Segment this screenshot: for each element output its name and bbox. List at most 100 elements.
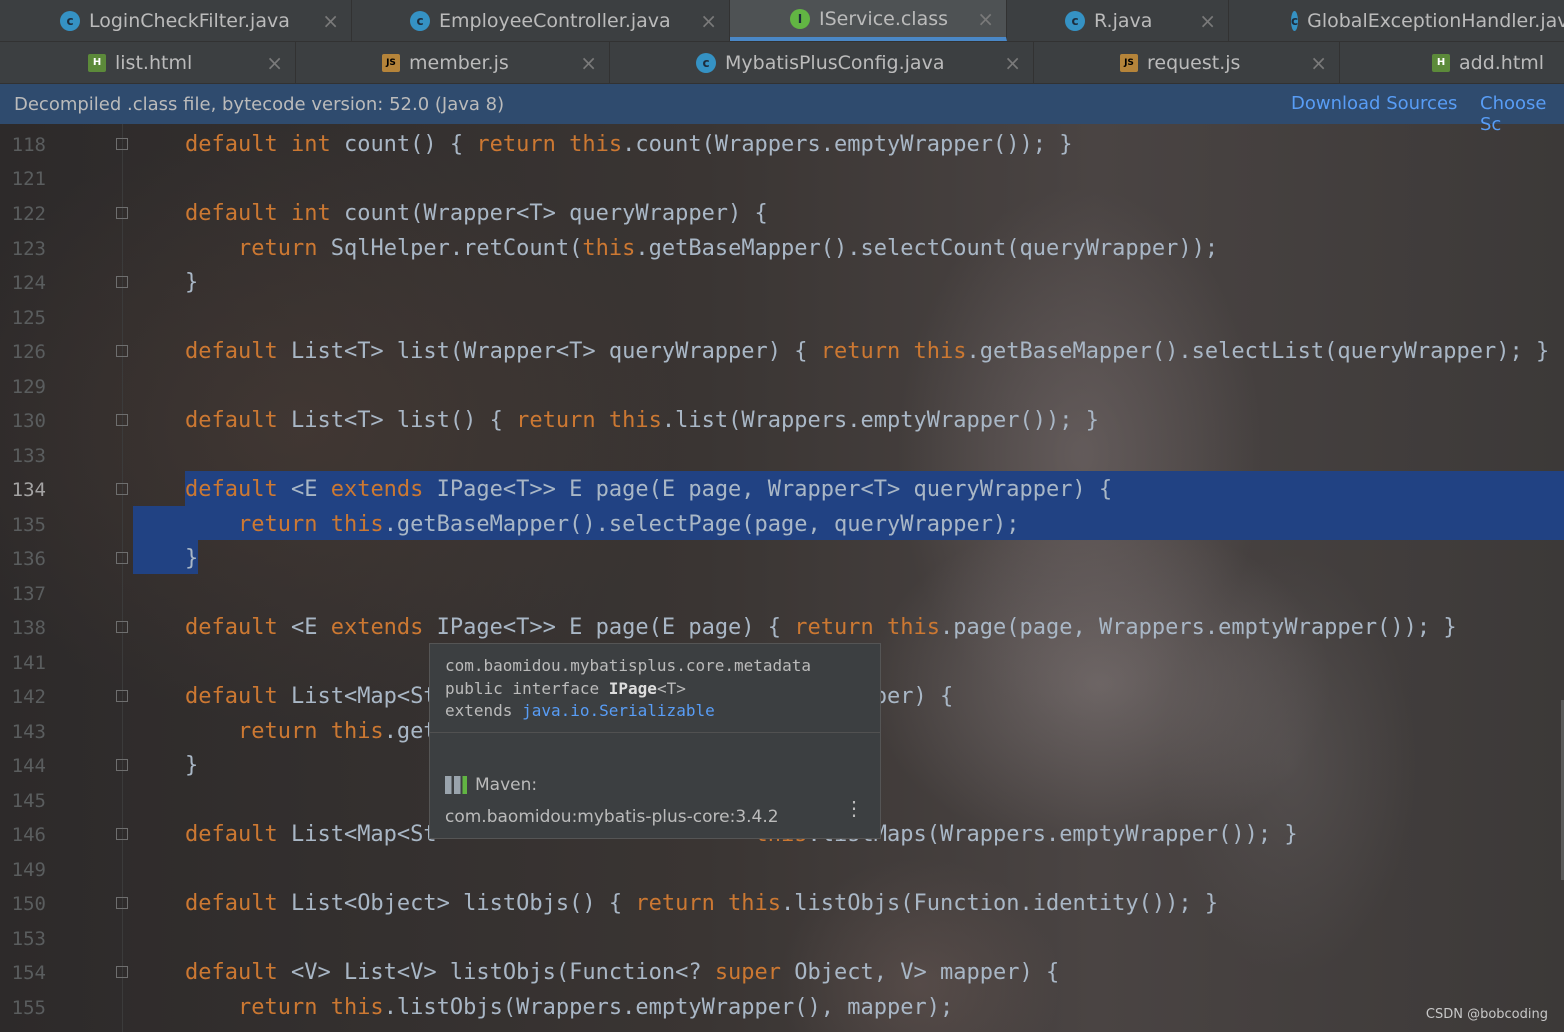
code-line[interactable]: 129: [0, 370, 1564, 404]
close-icon[interactable]: ×: [1310, 51, 1327, 75]
code-editor[interactable]: 118 default int count() { return this.cou…: [0, 124, 1564, 1032]
fold-collapse-icon[interactable]: [116, 276, 128, 288]
fold-collapse-icon[interactable]: [116, 552, 128, 564]
code-text: default List<T> list(Wrapper<T> queryWra…: [185, 339, 1550, 364]
fold-expand-icon[interactable]: [116, 345, 128, 357]
tab-employee-controller[interactable]: c EmployeeController.java ×: [352, 0, 730, 41]
code-text: default <V> List<V> listObjs(Function<? …: [185, 960, 1060, 985]
class-icon: c: [410, 10, 430, 31]
code-text: }: [185, 753, 199, 778]
close-icon[interactable]: ×: [1004, 51, 1021, 75]
tab-add-html[interactable]: H add.html: [1340, 42, 1564, 83]
code-line[interactable]: 149: [0, 853, 1564, 887]
line-number: 121: [11, 168, 46, 190]
code-line[interactable]: 155 return this.listObjs(Wrappers.emptyW…: [0, 991, 1564, 1025]
line-number: 134: [11, 479, 46, 501]
code-text: }: [185, 270, 199, 295]
close-icon[interactable]: ×: [266, 51, 283, 75]
tab-iservice-class[interactable]: I IService.class ×: [730, 0, 1007, 41]
html-file-icon: H: [88, 53, 106, 72]
class-icon: c: [1065, 10, 1085, 31]
code-line[interactable]: 121: [0, 162, 1564, 196]
code-line[interactable]: 122 default int count(Wrapper<T> queryWra…: [0, 197, 1564, 231]
line-number: 118: [11, 134, 46, 156]
html-file-icon: H: [1432, 53, 1450, 72]
fold-expand-icon[interactable]: [116, 138, 128, 150]
code-line[interactable]: 135 return this.getBaseMapper().selectPa…: [0, 508, 1564, 542]
code-line[interactable]: 133: [0, 439, 1564, 473]
tab-member-js[interactable]: JS member.js ×: [296, 42, 610, 83]
line-number: 124: [11, 272, 46, 294]
tab-list-html[interactable]: H list.html ×: [0, 42, 296, 83]
maven-section: Maven:: [445, 775, 537, 795]
tab-global-exception-handler[interactable]: c GlobalExceptionHandler.java: [1229, 0, 1564, 41]
editor-tabs-row-1: c LoginCheckFilter.java × c EmployeeCont…: [0, 0, 1564, 42]
tab-label: add.html: [1459, 51, 1545, 74]
tab-label: R.java: [1094, 9, 1153, 32]
tooltip-package: com.baomidou.mybatisplus.core.metadata: [445, 656, 812, 675]
fold-expand-icon[interactable]: [116, 621, 128, 633]
maven-coordinate: com.baomidou:mybatis-plus-core:3.4.2: [445, 807, 779, 827]
code-line[interactable]: 153: [0, 922, 1564, 956]
close-icon[interactable]: ×: [700, 9, 717, 33]
line-number: 122: [11, 203, 46, 225]
fold-expand-icon[interactable]: [116, 828, 128, 840]
close-icon[interactable]: ×: [1199, 9, 1216, 33]
class-icon: c: [1291, 10, 1299, 31]
fold-collapse-icon[interactable]: [116, 966, 128, 978]
line-number: 123: [11, 238, 46, 260]
fold-collapse-icon[interactable]: [116, 759, 128, 771]
fold-collapse-icon[interactable]: [116, 690, 128, 702]
more-options-icon[interactable]: ⋮: [844, 798, 864, 818]
fold-collapse-icon[interactable]: [116, 207, 128, 219]
tab-request-js[interactable]: JS request.js ×: [1034, 42, 1340, 83]
line-number: 149: [11, 859, 46, 881]
tab-label: EmployeeController.java: [439, 9, 671, 32]
code-line[interactable]: 126 default List<T> list(Wrapper<T> query…: [0, 335, 1564, 369]
line-number: 133: [11, 445, 46, 467]
fold-collapse-icon[interactable]: [116, 483, 128, 495]
decompiled-banner: Decompiled .class file, bytecode version…: [0, 84, 1564, 135]
line-number: 143: [11, 721, 46, 743]
tab-mybatis-plus-config[interactable]: c MybatisPlusConfig.java ×: [610, 42, 1034, 83]
close-icon[interactable]: ×: [580, 51, 597, 75]
code-text: default int count() { return this.count(…: [185, 132, 1073, 157]
code-line[interactable]: 118 default int count() { return this.cou…: [0, 128, 1564, 162]
tab-label: MybatisPlusConfig.java: [725, 51, 945, 74]
tab-label: list.html: [115, 51, 193, 74]
close-icon[interactable]: ×: [322, 9, 339, 33]
code-line[interactable]: 154 default <V> List<V> listObjs(Function…: [0, 956, 1564, 990]
code-line[interactable]: 130 default List<T> list() { return this.…: [0, 404, 1564, 438]
code-text: default List<T> list() { return this.lis…: [185, 408, 1099, 433]
interface-icon: I: [790, 8, 810, 29]
tooltip-extends-prefix: extends: [445, 701, 523, 720]
serializable-link[interactable]: java.io.Serializable: [522, 701, 715, 720]
code-text: default int count(Wrapper<T> queryWrappe…: [185, 201, 768, 226]
code-line[interactable]: 150 default List<Object> listObjs() { ret…: [0, 887, 1564, 921]
tab-label: request.js: [1147, 51, 1241, 74]
code-line[interactable]: 125: [0, 301, 1564, 335]
fold-expand-icon[interactable]: [116, 414, 128, 426]
tab-r-java[interactable]: c R.java ×: [1007, 0, 1229, 41]
code-text: return this.getBaseMapper().selectPage(p…: [237, 512, 1020, 537]
code-line[interactable]: 134 default <E extends IPage<T>> E page(E…: [0, 473, 1564, 507]
code-text: default List<Object> listObjs() { return…: [185, 891, 1219, 916]
fold-expand-icon[interactable]: [116, 897, 128, 909]
line-number: 155: [11, 997, 46, 1019]
code-line[interactable]: 136}: [0, 542, 1564, 576]
code-line[interactable]: 123 return SqlHelper.retCount(this.getBa…: [0, 232, 1564, 266]
tooltip-decl-prefix: public interface: [445, 679, 609, 698]
code-line[interactable]: 124}: [0, 266, 1564, 300]
line-number: 136: [11, 548, 46, 570]
line-number: 153: [11, 928, 46, 950]
line-number: 138: [11, 617, 46, 639]
code-line[interactable]: 138 default <E extends IPage<T>> E page(E…: [0, 611, 1564, 645]
close-icon[interactable]: ×: [977, 7, 994, 31]
download-sources-link[interactable]: Download Sources: [1291, 93, 1457, 114]
line-number: 142: [11, 686, 46, 708]
code-line[interactable]: 137: [0, 577, 1564, 611]
quick-documentation-popup[interactable]: com.baomidou.mybatisplus.core.metadata p…: [429, 643, 881, 839]
editor-tabs-row-2: H list.html × JS member.js × c MybatisPl…: [0, 42, 1564, 84]
tab-login-check-filter[interactable]: c LoginCheckFilter.java ×: [0, 0, 352, 41]
tooltip-separator: [430, 732, 880, 733]
